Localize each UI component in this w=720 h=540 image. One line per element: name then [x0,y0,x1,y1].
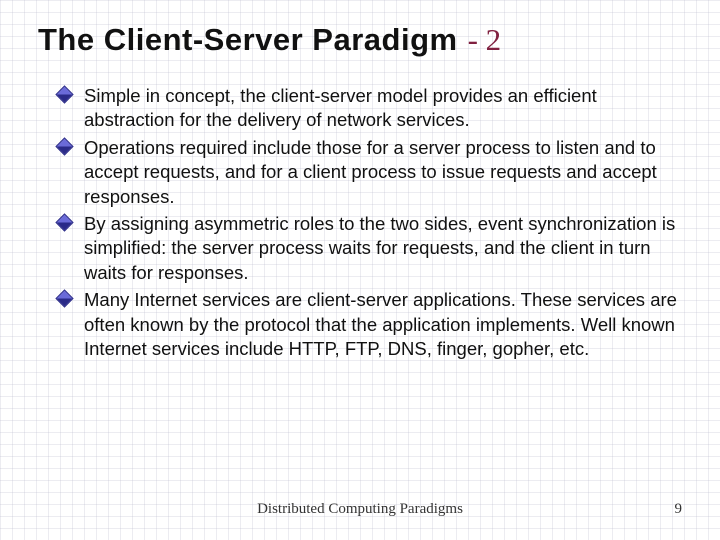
diamond-bullet-icon [55,290,73,308]
footer-text: Distributed Computing Paradigms [0,501,720,518]
bullet-text: Simple in concept, the client-server mod… [84,85,597,130]
list-item: Simple in concept, the client-server mod… [58,84,682,133]
page-number: 9 [675,501,683,518]
list-item: By assigning asymmetric roles to the two… [58,212,682,285]
list-item: Many Internet services are client-server… [58,288,682,361]
slide: The Client-Server Paradigm - 2 Simple in… [0,0,720,540]
slide-title-suffix: - 2 [468,22,502,58]
bullet-text: Many Internet services are client-server… [84,289,677,359]
slide-title-main: The Client-Server Paradigm [38,22,458,58]
diamond-bullet-icon [55,213,73,231]
bullet-list: Simple in concept, the client-server mod… [38,84,682,361]
diamond-bullet-icon [55,85,73,103]
bullet-text: Operations required include those for a … [84,137,657,207]
bullet-text: By assigning asymmetric roles to the two… [84,213,675,283]
list-item: Operations required include those for a … [58,136,682,209]
slide-title-row: The Client-Server Paradigm - 2 [38,22,682,58]
diamond-bullet-icon [55,137,73,155]
